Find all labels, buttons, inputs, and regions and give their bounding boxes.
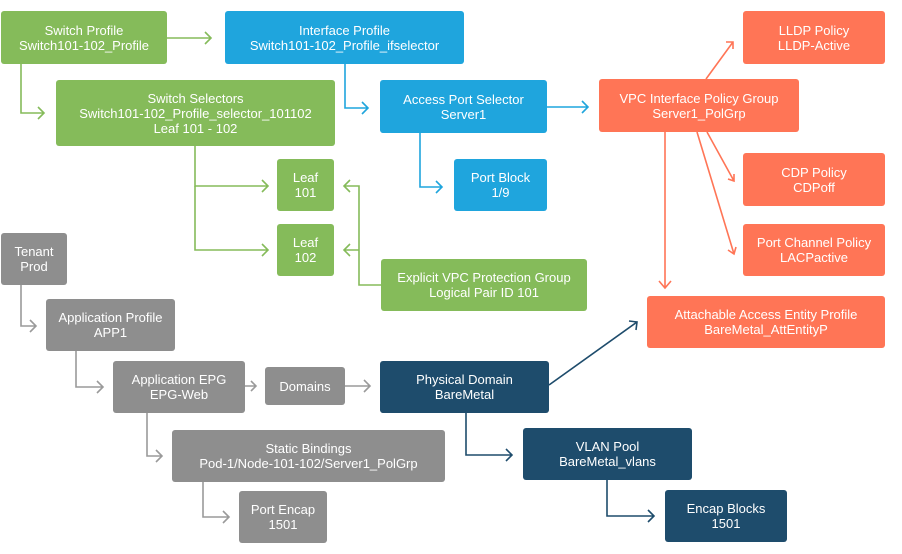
node-value: 1/9 bbox=[491, 185, 510, 200]
arrow-domains-to-physdomain bbox=[345, 379, 372, 393]
node-value: 1501 bbox=[711, 516, 741, 531]
node-title: VPC Interface Policy Group bbox=[619, 90, 779, 106]
vpc-interface-policy-group-node: VPC Interface Policy Group Server1_PolGrp bbox=[599, 79, 799, 132]
node-value: Server1 bbox=[440, 106, 487, 122]
arrow-physdomain-to-aaep bbox=[548, 320, 638, 386]
node-value: LLDP-Active bbox=[777, 37, 851, 53]
arrow-selectors-to-leaf102 bbox=[194, 186, 270, 257]
application-profile-node: Application Profile APP1 bbox=[46, 299, 175, 351]
arrow-switchprofile-to-selectors bbox=[20, 64, 46, 120]
aaep-node: Attachable Access Entity Profile BareMeta… bbox=[647, 296, 885, 348]
access-port-selector-node: Access Port Selector Server1 bbox=[380, 80, 547, 133]
interface-profile-node: Interface Profile Switch101-102_Profile_i… bbox=[225, 11, 464, 64]
node-title: Leaf bbox=[292, 170, 319, 185]
node-value: BareMetal_AttEntityP bbox=[704, 322, 828, 337]
node-title: Leaf bbox=[292, 235, 319, 250]
tenant-node: Tenant Prod bbox=[1, 233, 67, 285]
arrow-tenant-to-appprofile bbox=[20, 285, 38, 333]
node-title: Application Profile bbox=[58, 310, 163, 325]
node-value: Server1_PolGrp bbox=[652, 105, 746, 121]
switch-profile-node: Switch Profile Switch101-102_Profile bbox=[1, 11, 167, 64]
node-title: Port Channel Policy bbox=[756, 235, 872, 250]
arrow-vlanpool-to-encapblocks bbox=[606, 480, 656, 523]
node-title: Explicit VPC Protection Group bbox=[397, 270, 571, 285]
leaf-101-node: Leaf 101 bbox=[277, 159, 334, 211]
port-block-node: Port Block 1/9 bbox=[454, 159, 547, 211]
explicit-vpc-protection-group-node: Explicit VPC Protection Group Logical Pai… bbox=[381, 259, 587, 311]
node-value: Prod bbox=[20, 259, 48, 274]
vlan-pool-node: VLAN Pool BareMetal_vlans bbox=[523, 428, 692, 480]
node-value: Switch101-102_Profile bbox=[18, 37, 150, 53]
arrow-vpcipg-to-aaep bbox=[658, 132, 672, 290]
node-title: Encap Blocks bbox=[686, 501, 766, 516]
node-value: Switch101-102_Profile_selector_101102 bbox=[79, 105, 312, 121]
node-title: Tenant bbox=[14, 244, 54, 259]
application-epg-node: Application EPG EPG-Web bbox=[113, 361, 245, 413]
node-value: BareMetal bbox=[434, 387, 495, 402]
node-title: Port Encap bbox=[250, 502, 316, 517]
arrow-staticbindings-to-portencap bbox=[202, 482, 231, 524]
arrow-selectors-to-leaf101 bbox=[194, 146, 270, 193]
node-value: Logical Pair ID 101 bbox=[429, 285, 539, 300]
arrow-accessport-to-vpcipg bbox=[547, 100, 590, 114]
node-value: LACPactive bbox=[780, 250, 848, 265]
node-title: Access Port Selector bbox=[403, 91, 524, 107]
port-encap-node: Port Encap 1501 bbox=[239, 491, 327, 543]
node-value: Switch101-102_Profile_ifselector bbox=[249, 37, 440, 53]
arrow-epg-to-domains bbox=[245, 380, 258, 392]
node-title: Interface Profile bbox=[298, 22, 391, 38]
node-title: Application EPG bbox=[131, 372, 227, 387]
node-title: Static Bindings bbox=[265, 441, 352, 456]
node-value: Pod-1/Node-101-102/Server1_PolGrp bbox=[199, 456, 418, 471]
leaf-102-node: Leaf 102 bbox=[277, 224, 334, 276]
lldp-policy-node: LLDP Policy LLDP-Active bbox=[743, 11, 885, 64]
node-value: 102 bbox=[294, 250, 317, 265]
node-value: 1501 bbox=[268, 517, 298, 532]
switch-selectors-node: Switch Selectors Switch101-102_Profile_se… bbox=[56, 80, 335, 146]
node-title: VLAN Pool bbox=[575, 439, 640, 454]
node-value: APP1 bbox=[93, 325, 128, 340]
arrow-vpcgroup-to-leafs bbox=[342, 179, 381, 286]
physical-domain-node: Physical Domain BareMetal bbox=[380, 361, 549, 413]
arrow-switchprofile-to-interfaceprofile bbox=[167, 31, 213, 45]
node-value: EPG-Web bbox=[149, 387, 209, 402]
node-value: BareMetal_vlans bbox=[559, 454, 656, 469]
node-title: Attachable Access Entity Profile bbox=[674, 307, 858, 322]
static-bindings-node: Static Bindings Pod-1/Node-101-102/Server… bbox=[172, 430, 445, 482]
arrow-vpcipg-to-cdp bbox=[706, 131, 735, 183]
arrow-vpcipg-to-lldp bbox=[705, 41, 734, 80]
port-channel-policy-node: Port Channel Policy LACPactive bbox=[743, 224, 885, 276]
arrow-appprofile-to-epg bbox=[75, 351, 105, 394]
arrow-interfaceprofile-to-accessport bbox=[344, 64, 370, 115]
cdp-policy-node: CDP Policy CDPoff bbox=[743, 153, 885, 206]
node-title: Domains bbox=[279, 378, 331, 394]
node-value: Leaf 101 - 102 bbox=[153, 120, 238, 136]
node-title: Port Block bbox=[470, 170, 531, 185]
node-value: CDPoff bbox=[793, 179, 835, 195]
arrow-physdomain-to-vlanpool bbox=[465, 413, 514, 462]
node-title: Switch Profile bbox=[44, 22, 124, 38]
node-value: 101 bbox=[294, 185, 317, 200]
domains-node: Domains bbox=[265, 367, 345, 405]
arrow-accessport-to-portblock bbox=[419, 133, 444, 194]
node-title: Switch Selectors bbox=[147, 90, 244, 106]
node-title: LLDP Policy bbox=[778, 22, 850, 38]
encap-blocks-node: Encap Blocks 1501 bbox=[665, 490, 787, 542]
arrow-epg-to-staticbindings bbox=[146, 413, 164, 463]
node-title: CDP Policy bbox=[781, 164, 847, 180]
node-title: Physical Domain bbox=[416, 372, 513, 387]
aci-policy-diagram: Switch Profile Switch101-102_Profile Inte… bbox=[0, 0, 902, 554]
